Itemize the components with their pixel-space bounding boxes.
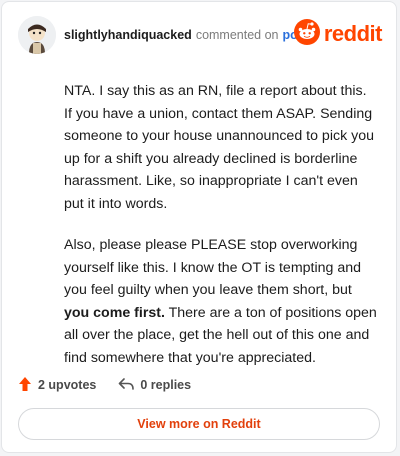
upvote-button[interactable]: 2 upvotes (18, 376, 96, 395)
reddit-snoo-icon (293, 18, 320, 50)
commented-on-text: commented on (195, 28, 279, 42)
comment-header: slightlyhandiquackedcommented onpost red… (18, 16, 383, 56)
comment-text: Also, please please PLEASE stop overwork… (64, 237, 362, 298)
reply-count: 0 replies (140, 378, 192, 392)
upvote-count: 2 upvotes (38, 378, 97, 392)
reply-button[interactable]: 0 replies (118, 377, 191, 394)
comment-card: slightlyhandiquackedcommented onpost red… (1, 1, 397, 453)
arrow-up-icon (18, 376, 32, 395)
comment-meta: slightlyhandiquackedcommented onpost (64, 28, 309, 42)
reddit-logo[interactable]: reddit (293, 18, 383, 50)
comment-paragraph-1: NTA. I say this as an RN, file a report … (64, 83, 374, 212)
reply-arrow-icon (118, 377, 135, 394)
comment-paragraph-2: Also, please please PLEASE stop overwork… (64, 234, 378, 369)
reddit-wordmark: reddit (323, 21, 383, 46)
comment-actions: 2 upvotes 0 replies (18, 375, 213, 395)
comment-bold-text: you come first. (64, 304, 165, 321)
view-more-button[interactable]: View more on Reddit (18, 408, 380, 440)
comment-body: NTA. I say this as an RN, file a report … (64, 80, 378, 388)
user-avatar[interactable] (18, 16, 56, 54)
username-link[interactable]: slightlyhandiquacked (64, 28, 192, 42)
